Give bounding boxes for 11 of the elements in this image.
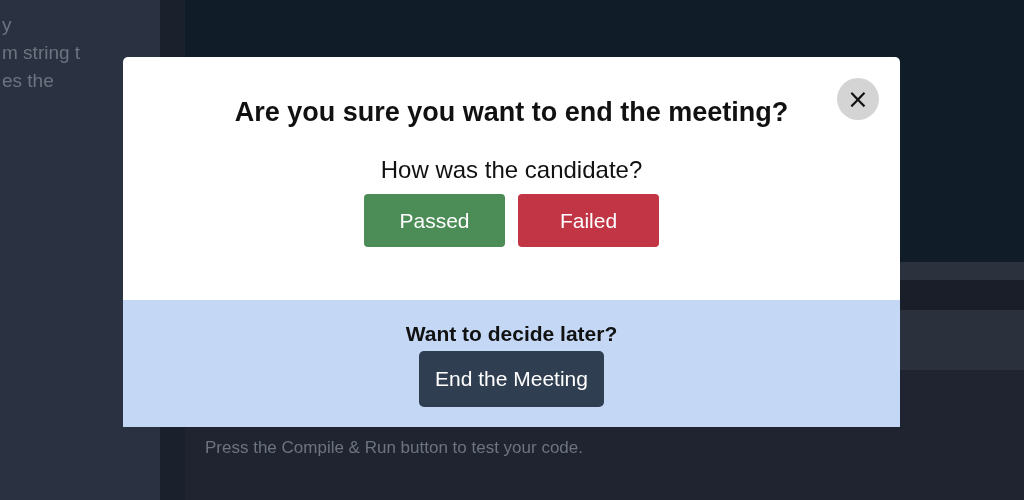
close-button[interactable]: × — [837, 78, 879, 120]
question-text: How was the candidate? — [380, 156, 643, 184]
passed-button[interactable]: Passed — [364, 194, 505, 247]
end-meeting-button[interactable]: End the Meeting — [419, 351, 604, 407]
footer-prompt: Want to decide later? — [405, 322, 618, 346]
sidebar-text: y — [2, 14, 13, 36]
dialog-title: Are you sure you want to end the meeting? — [234, 97, 789, 128]
console-text: Press the Compile & Run button to test your code. — [205, 438, 583, 457]
sidebar-text: m string t — [2, 42, 82, 64]
sidebar-text: es the — [2, 70, 55, 92]
failed-button[interactable]: Failed — [518, 194, 659, 247]
